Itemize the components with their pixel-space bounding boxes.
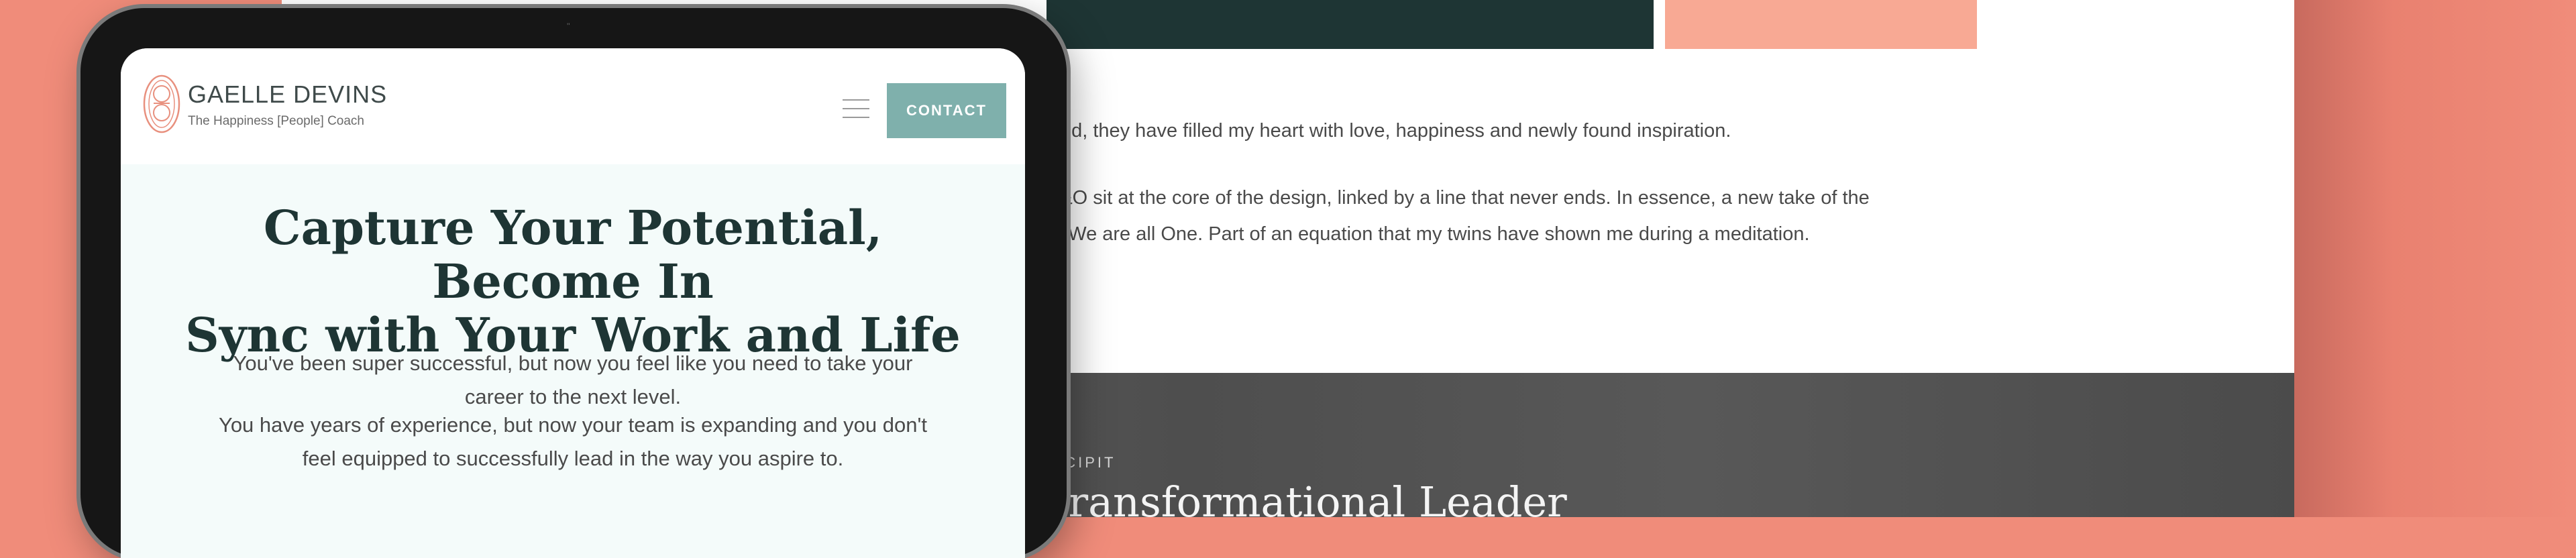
desktop-paragraph-two: A&O sit at the core of the design, linke… bbox=[1046, 180, 2093, 252]
hero-title: Capture Your Potential, Become In Sync w… bbox=[161, 201, 985, 362]
desktop-paragraph: ived, they have filled my heart with lov… bbox=[1046, 120, 1731, 142]
monogram-logo-icon[interactable] bbox=[142, 74, 181, 134]
hero-section: Capture Your Potential, Become In Sync w… bbox=[121, 164, 1025, 558]
camera-icon: '' bbox=[567, 21, 570, 31]
desktop-paragraph-line: A&O sit at the core of the design, linke… bbox=[1046, 187, 1870, 209]
tablet-device: '' GAELLE DEVINS The Happiness [People] … bbox=[80, 8, 1067, 558]
hamburger-icon[interactable] bbox=[843, 99, 869, 119]
desktop-paragraph-line: nt We are all One. Part of an equation t… bbox=[1046, 223, 1810, 245]
hero-paragraph-line: career to the next level. bbox=[464, 385, 682, 408]
contact-button[interactable]: CONTACT bbox=[887, 83, 1006, 138]
brand-name[interactable]: GAELLE DEVINS bbox=[188, 80, 387, 109]
hero-paragraph-line: feel equipped to successfully lead in th… bbox=[302, 447, 844, 470]
background-gradient bbox=[2294, 0, 2576, 517]
hero-paragraph-line: You have years of experience, but now yo… bbox=[218, 413, 928, 437]
salmon-image-block bbox=[1665, 0, 1977, 49]
hero-paragraph-two: You have years of experience, but now yo… bbox=[181, 408, 965, 476]
hero-paragraph-line: You've been super successful, but now yo… bbox=[233, 351, 913, 375]
brand-tagline: The Happiness [People] Coach bbox=[188, 114, 364, 128]
tablet-screen: GAELLE DEVINS The Happiness [People] Coa… bbox=[121, 48, 1025, 558]
site-header: GAELLE DEVINS The Happiness [People] Coa… bbox=[121, 48, 1025, 156]
hero-paragraph: You've been super successful, but now yo… bbox=[181, 347, 965, 414]
hero-title-line: Capture Your Potential, Become In bbox=[263, 200, 883, 309]
dark-image-block bbox=[1046, 0, 1654, 49]
